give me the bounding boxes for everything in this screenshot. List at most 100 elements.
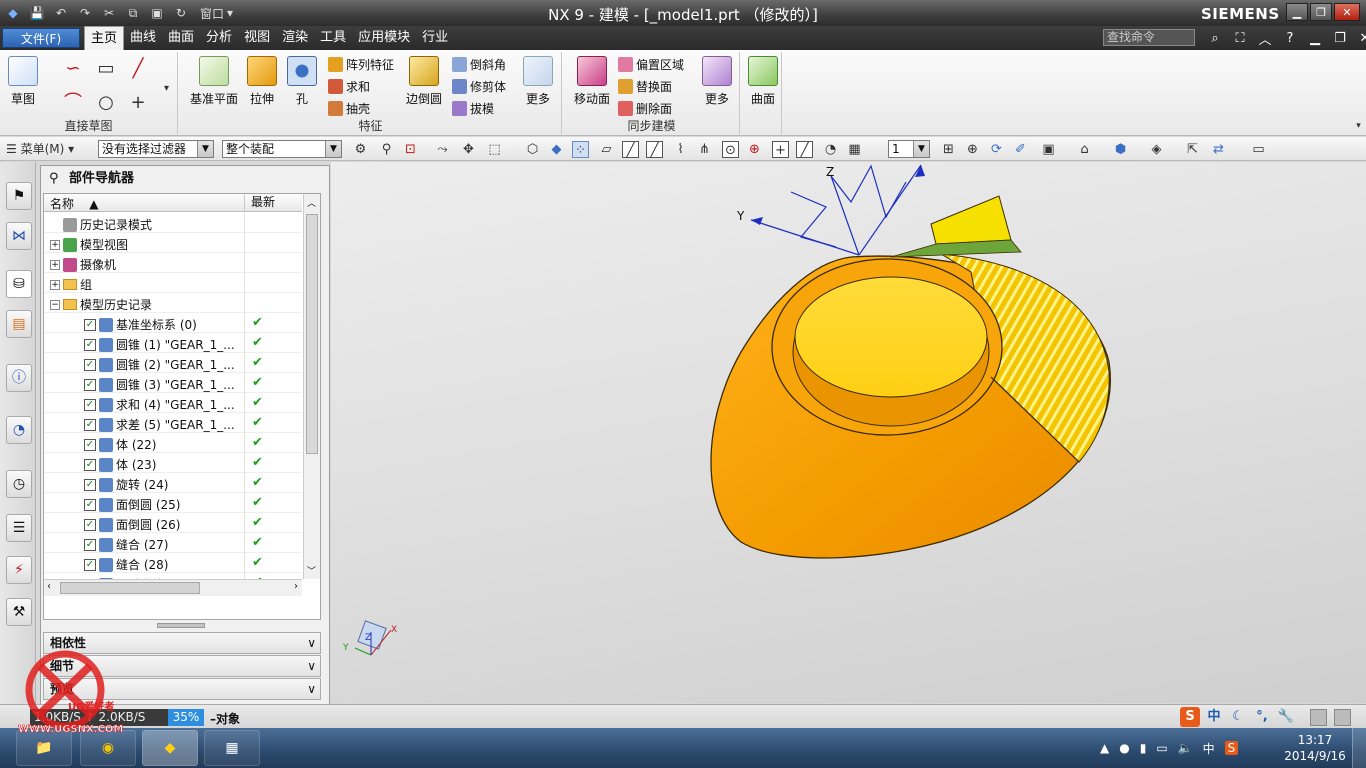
select-feature-icon[interactable]: ⤳	[434, 141, 451, 158]
column-name-header[interactable]: 名称 ▲	[50, 195, 99, 212]
line-icon[interactable]: ╱	[126, 60, 150, 84]
tab-industry[interactable]: 行业	[416, 26, 454, 50]
feature-checkbox[interactable]: ✓	[84, 318, 96, 331]
tab-tools[interactable]: 工具	[314, 26, 352, 50]
scope-select[interactable]: 整个装配 ▼	[222, 140, 342, 158]
gear-tooth[interactable]	[930, 195, 1012, 245]
extrude-button[interactable]: 拉伸	[244, 56, 280, 107]
chamfer-button[interactable]: 倒斜角	[452, 54, 506, 74]
doc-restore-icon[interactable]: ❐	[1331, 29, 1349, 47]
assembly-navigator-icon[interactable]: ⚑	[6, 182, 32, 210]
show-desktop-button[interactable]	[1352, 728, 1366, 768]
wcs-icon[interactable]: ⬢	[1112, 141, 1129, 158]
surface-button[interactable]: 曲面	[746, 56, 780, 107]
feature-more-button[interactable]: 更多	[520, 56, 556, 107]
gear-recess-floor[interactable]	[794, 276, 988, 398]
feature-checkbox[interactable]: ✓	[84, 358, 96, 371]
scroll-thumb[interactable]	[306, 214, 318, 454]
arc-icon[interactable]: ⌒	[60, 94, 86, 118]
tray-sogou-icon[interactable]: S	[1224, 741, 1239, 755]
status-icon-a[interactable]	[1310, 709, 1327, 726]
snap-grid-icon[interactable]: ⁘	[572, 141, 589, 158]
tab-analysis[interactable]: 分析	[200, 26, 238, 50]
network-icon[interactable]: ▭	[1156, 741, 1167, 755]
rectangle-select-icon[interactable]: ⬚	[486, 141, 503, 158]
taskbar-image[interactable]: ▦	[204, 730, 260, 766]
tab-curve[interactable]: 曲线	[124, 26, 162, 50]
web-browser-icon[interactable]: ⓘ	[6, 364, 32, 392]
tree-node[interactable]: + 模型视图	[44, 233, 302, 253]
tab-view[interactable]: 视图	[238, 26, 276, 50]
sogou-icon[interactable]: S	[1180, 707, 1200, 727]
wrench-icon[interactable]: 🔧	[1276, 707, 1296, 727]
tooth-edge-face[interactable]	[890, 239, 1022, 258]
graphics-window[interactable]: Z Y X Y Z	[331, 162, 1366, 703]
help-icon[interactable]: ?	[1281, 29, 1299, 47]
expand-toggle-icon[interactable]: −	[50, 299, 60, 310]
sketch-more-icon[interactable]: ▾	[158, 80, 175, 97]
restore-button[interactable]: ❐	[1310, 3, 1332, 21]
profile-icon[interactable]: ∽	[60, 60, 86, 84]
close-button[interactable]: ✕	[1334, 3, 1360, 21]
doc-close-icon[interactable]: ✕	[1356, 29, 1366, 47]
part-navigator-icon[interactable]: ⛁	[6, 270, 32, 298]
intersection-icon[interactable]: ⋔	[696, 141, 713, 158]
tree-vertical-scrollbar[interactable]: ︿ ﹀	[303, 194, 320, 579]
constraint-navigator-icon[interactable]: ⋈	[6, 222, 32, 250]
feature-row[interactable]: ✓ 圆锥 (3) "GEAR_1_... ✔	[44, 373, 302, 393]
feature-row[interactable]: ✓ 面倒圆 (25) ✔	[44, 493, 302, 513]
feature-checkbox[interactable]: ✓	[84, 478, 96, 491]
pattern-feature-button[interactable]: 阵列特征	[328, 54, 394, 74]
feature-row[interactable]: ✓ 缝合 (27) ✔	[44, 533, 302, 553]
zoom-icon[interactable]: ⊕	[964, 141, 981, 158]
clock[interactable]: 13:17 2014/9/16	[1284, 732, 1346, 764]
replace-face-button[interactable]: 替换面	[618, 76, 672, 96]
body-select-icon[interactable]: ⬡	[524, 141, 541, 158]
feature-row[interactable]: ✓ 圆锥 (2) "GEAR_1_... ✔	[44, 353, 302, 373]
clip-section-icon[interactable]: ⇄	[1210, 141, 1227, 158]
feature-row[interactable]: ✓ 基准坐标系 (0) ✔	[44, 313, 302, 333]
volume-icon[interactable]: 🔈	[1178, 741, 1193, 755]
tab-surface[interactable]: 曲面	[162, 26, 200, 50]
feature-checkbox[interactable]: ✓	[84, 558, 96, 571]
work-layer-select[interactable]: 1 ▼	[888, 140, 930, 158]
shell-button[interactable]: 抽壳	[328, 98, 370, 118]
circle-icon[interactable]: ○	[94, 94, 118, 118]
select-group-icon[interactable]: ✥	[460, 141, 477, 158]
doc-minimize-icon[interactable]: ▁	[1306, 29, 1324, 47]
snap-point-icon[interactable]: ⊡	[402, 141, 419, 158]
arc-center-icon[interactable]: ⊙	[722, 141, 739, 158]
toolbar-options-icon[interactable]: ▭	[1250, 141, 1267, 158]
point-icon[interactable]: +	[126, 94, 150, 118]
feature-checkbox[interactable]: ✓	[84, 398, 96, 411]
feature-row[interactable]: ✓ 旋转 (24) ✔	[44, 473, 302, 493]
fullscreen-icon[interactable]: ⛶	[1231, 29, 1249, 47]
file-menu-button[interactable]: 文件(F)	[2, 28, 80, 48]
datum-plane-button[interactable]: 基准平面	[188, 56, 240, 107]
punctuation-icon[interactable]: °,	[1252, 707, 1272, 727]
sketch-button[interactable]: 草图	[8, 56, 38, 107]
command-search-input[interactable]: 查找命令	[1103, 29, 1195, 46]
feature-checkbox[interactable]: ✓	[84, 538, 96, 551]
tree-horizontal-scrollbar[interactable]: ‹ ›	[44, 579, 302, 596]
tree-node[interactable]: + 摄像机	[44, 253, 302, 273]
feature-checkbox[interactable]: ✓	[84, 458, 96, 471]
feature-checkbox[interactable]: ✓	[84, 338, 96, 351]
hole-button[interactable]: 孔	[284, 56, 320, 107]
render-style-icon[interactable]: ▣	[1040, 141, 1057, 158]
tab-render[interactable]: 渲染	[276, 26, 314, 50]
view-orientation-icon[interactable]: ⌂	[1076, 141, 1093, 158]
tray-expand-icon[interactable]: ▲	[1100, 741, 1109, 755]
qq-icon[interactable]: ●	[1119, 741, 1129, 755]
move-face-button[interactable]: 移动面	[570, 56, 614, 107]
feature-row[interactable]: ✓ 体 (23) ✔	[44, 453, 302, 473]
feature-checkbox[interactable]: ✓	[84, 498, 96, 511]
feature-checkbox[interactable]: ✓	[84, 518, 96, 531]
datum-csys[interactable]	[750, 164, 922, 256]
type-filter-select[interactable]: 没有选择过滤器 ▼	[98, 140, 214, 158]
feature-checkbox[interactable]: ✓	[84, 438, 96, 451]
delete-face-button[interactable]: 删除面	[618, 98, 672, 118]
solid-select-icon[interactable]: ◆	[548, 141, 565, 158]
feature-row[interactable]: ✓ 缝合 (28) ✔	[44, 553, 302, 573]
control-point-icon[interactable]: ⌇	[672, 141, 689, 158]
